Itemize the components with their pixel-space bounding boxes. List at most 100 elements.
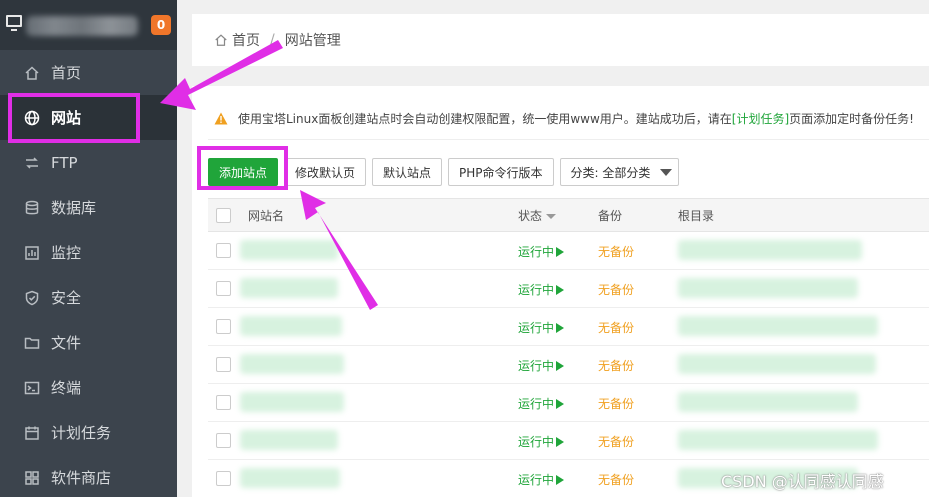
header-root[interactable]: 根目录 — [678, 207, 714, 224]
toolbar: 添加站点 修改默认页 默认站点 PHP命令行版本 分类: 全部分类 — [208, 158, 680, 186]
sidebar-item-label: 文件 — [51, 334, 82, 352]
sidebar-item-cron[interactable]: 计划任务 — [0, 410, 177, 455]
row-checkbox[interactable] — [216, 471, 231, 486]
backup-status[interactable]: 无备份 — [598, 243, 634, 260]
sidebar-item-label: 计划任务 — [51, 424, 112, 442]
table-row[interactable]: 运行中 无备份 — [208, 346, 929, 384]
status-label: 运行中 — [518, 435, 555, 449]
main-content: 首页 / 网站管理 使用宝塔Linux面板创建站点时会自动创建权限配置，统一使用… — [177, 0, 929, 497]
php-cli-version-button[interactable]: PHP命令行版本 — [448, 158, 554, 186]
sidebar-item-label: 安全 — [51, 289, 82, 307]
header-backup[interactable]: 备份 — [598, 207, 622, 224]
category-select[interactable]: 分类: 全部分类 — [559, 158, 680, 186]
chevron-down-icon — [660, 168, 673, 176]
status-label: 运行中 — [518, 321, 555, 335]
site-name-redacted[interactable] — [240, 240, 338, 260]
select-all-checkbox[interactable] — [216, 208, 231, 223]
edit-default-page-button[interactable]: 修改默认页 — [284, 158, 367, 186]
row-checkbox[interactable] — [216, 319, 231, 334]
header-status-label: 状态 — [518, 208, 543, 223]
cron-link[interactable]: [计划任务] — [732, 110, 789, 127]
sidebar-item-label: 首页 — [51, 64, 82, 82]
play-icon — [556, 285, 565, 295]
root-dir-redacted[interactable] — [678, 354, 876, 374]
site-name-redacted[interactable] — [240, 392, 344, 412]
default-site-button[interactable]: 默认站点 — [372, 158, 443, 186]
status-running[interactable]: 运行中 — [518, 471, 565, 488]
breadcrumb: 首页 / 网站管理 — [192, 14, 929, 66]
status-running[interactable]: 运行中 — [518, 243, 565, 260]
sidebar-item-website[interactable]: 网站 — [0, 95, 177, 140]
row-checkbox[interactable] — [216, 281, 231, 296]
site-name-redacted[interactable] — [240, 316, 342, 336]
header-status[interactable]: 状态 — [518, 207, 557, 224]
status-label: 运行中 — [518, 397, 555, 411]
sidebar-item-files[interactable]: 文件 — [0, 320, 177, 365]
breadcrumb-current: 网站管理 — [284, 33, 341, 49]
play-icon — [556, 323, 565, 333]
backup-status[interactable]: 无备份 — [598, 433, 634, 450]
site-name-redacted[interactable] — [240, 430, 338, 450]
status-running[interactable]: 运行中 — [518, 395, 565, 412]
watermark: CSDN @认同感认同感 — [721, 472, 884, 491]
status-running[interactable]: 运行中 — [518, 319, 565, 336]
server-monitor-icon — [6, 15, 22, 31]
sidebar-item-store[interactable]: 软件商店 — [0, 455, 177, 497]
row-checkbox[interactable] — [216, 357, 231, 372]
sidebar-item-label: FTP — [51, 153, 78, 172]
table-row[interactable]: 运行中 无备份 — [208, 232, 929, 270]
notice-text-end: 页面添加定时备份任务! — [789, 112, 914, 126]
shield-icon — [24, 290, 40, 306]
sidebar-item-home[interactable]: 首页 — [0, 50, 177, 95]
breadcrumb-home[interactable]: 首页 — [232, 30, 260, 50]
site-name-redacted[interactable] — [240, 354, 344, 374]
sidebar-item-monitor[interactable]: 监控 — [0, 230, 177, 275]
sort-icon — [546, 213, 557, 219]
sidebar-item-ftp[interactable]: FTP — [0, 140, 177, 185]
table-row[interactable]: 运行中 无备份 — [208, 270, 929, 308]
site-name-redacted[interactable] — [240, 468, 340, 488]
status-running[interactable]: 运行中 — [518, 433, 565, 450]
notice-bar: 使用宝塔Linux面板创建站点时会自动创建权限配置，统一使用www用户。建站成功… — [208, 98, 929, 140]
sidebar-item-label: 数据库 — [51, 199, 97, 217]
sidebar-item-label: 终端 — [51, 379, 82, 397]
status-label: 运行中 — [518, 245, 555, 259]
add-site-button[interactable]: 添加站点 — [208, 158, 279, 186]
table-row[interactable]: 运行中 无备份 — [208, 422, 929, 460]
root-dir-redacted[interactable] — [678, 240, 862, 260]
sidebar-item-database[interactable]: 数据库 — [0, 185, 177, 230]
sidebar-item-terminal[interactable]: 终端 — [0, 365, 177, 410]
root-dir-redacted[interactable] — [678, 392, 858, 412]
status-label: 运行中 — [518, 359, 555, 373]
sidebar-nav: 首页 网站 FTP 数据库 监控 安全 文件 终端 计划任务 软件商店 — [0, 50, 177, 497]
globe-icon — [24, 110, 40, 126]
backup-status[interactable]: 无备份 — [598, 357, 634, 374]
table-row[interactable]: 运行中 无备份 — [208, 384, 929, 422]
header-name[interactable]: 网站名 — [248, 207, 284, 224]
play-icon — [556, 361, 565, 371]
status-running[interactable]: 运行中 — [518, 281, 565, 298]
root-dir-redacted[interactable] — [678, 278, 858, 298]
ftp-icon — [24, 155, 40, 171]
table-row[interactable]: 运行中 无备份 — [208, 308, 929, 346]
sidebar-item-label: 软件商店 — [51, 469, 112, 487]
notification-badge[interactable]: 0 — [151, 15, 171, 35]
sidebar-item-security[interactable]: 安全 — [0, 275, 177, 320]
backup-status[interactable]: 无备份 — [598, 395, 634, 412]
backup-status[interactable]: 无备份 — [598, 281, 634, 298]
backup-status[interactable]: 无备份 — [598, 471, 634, 488]
sidebar-item-label: 网站 — [51, 109, 82, 127]
row-checkbox[interactable] — [216, 433, 231, 448]
root-dir-redacted[interactable] — [678, 430, 878, 450]
folder-icon — [24, 335, 40, 351]
status-running[interactable]: 运行中 — [518, 357, 565, 374]
monitor-chart-icon — [24, 245, 40, 261]
warning-icon — [214, 112, 228, 125]
root-dir-redacted[interactable] — [678, 316, 878, 336]
terminal-icon — [24, 380, 40, 396]
row-checkbox[interactable] — [216, 243, 231, 258]
site-table: 网站名 状态 备份 根目录 运行中 无备份 运行中 无备份 运行中 无备份 运行中 无备份 运行… — [208, 198, 929, 497]
backup-status[interactable]: 无备份 — [598, 319, 634, 336]
row-checkbox[interactable] — [216, 395, 231, 410]
site-name-redacted[interactable] — [240, 278, 338, 298]
